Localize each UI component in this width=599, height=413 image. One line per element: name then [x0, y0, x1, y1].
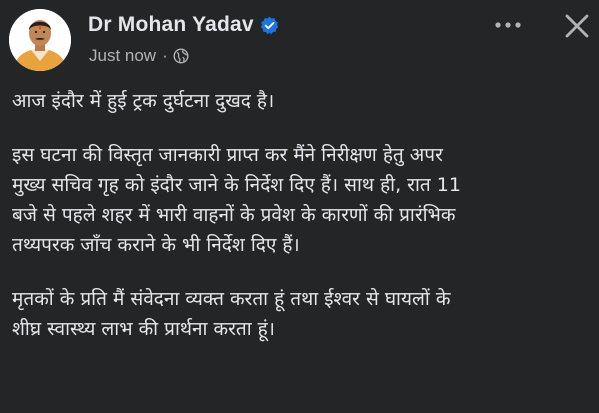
verified-badge-icon — [260, 16, 279, 35]
post-header: Dr Mohan Yadav Just now · — [0, 0, 599, 80]
post-paragraph-2: इस घटना की विस्तृत जानकारी प्राप्त कर मै… — [12, 144, 461, 256]
post-paragraph-1: आज इंदौर में हुई ट्रक दुर्घटना दुखद है। — [12, 90, 275, 112]
avatar[interactable] — [9, 9, 71, 71]
post-body: आज इंदौर में हुई ट्रक दुर्घटना दुखद है। … — [12, 86, 592, 368]
post-paragraph-3: मृतकों के प्रति मैं संवेदना व्यक्त करता … — [12, 288, 451, 340]
avatar-image — [9, 9, 71, 71]
post-meta: Just now · — [89, 46, 189, 66]
post-timestamp[interactable]: Just now — [89, 46, 156, 66]
globe-icon[interactable] — [173, 48, 189, 64]
more-options-icon[interactable] — [491, 18, 525, 32]
close-icon[interactable] — [561, 10, 593, 42]
meta-separator: · — [162, 46, 168, 65]
author-row: Dr Mohan Yadav — [88, 13, 279, 37]
author-name[interactable]: Dr Mohan Yadav — [88, 13, 254, 37]
facebook-post: Dr Mohan Yadav Just now · आज इंदौर में ह… — [0, 0, 599, 413]
